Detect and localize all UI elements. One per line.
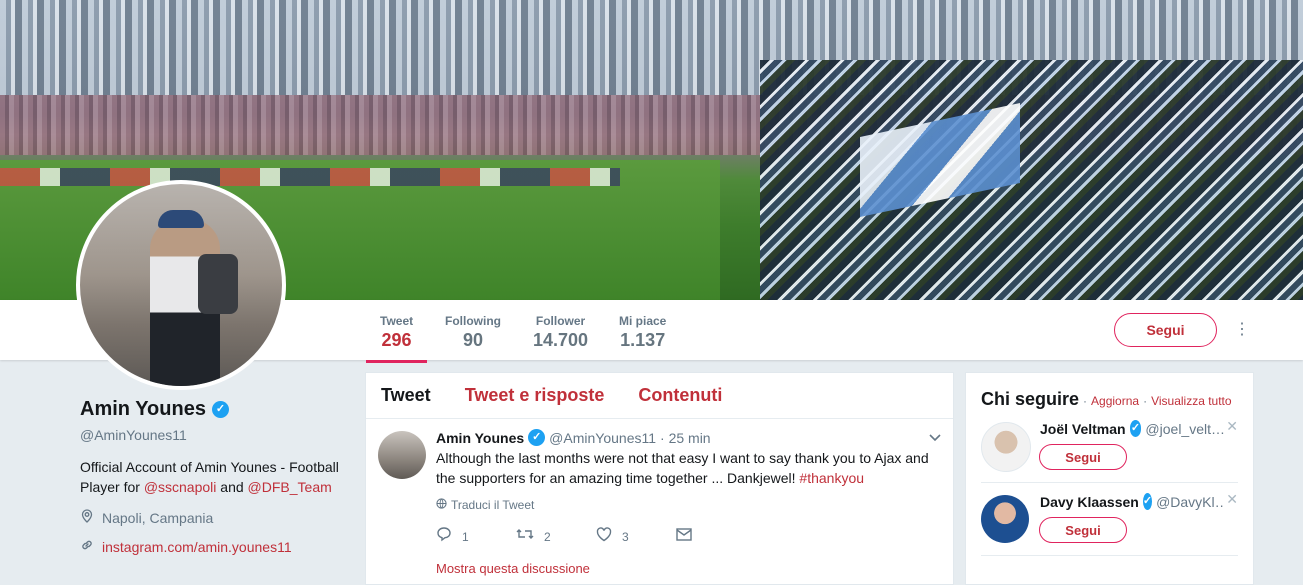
close-icon[interactable]: ✕: [1226, 418, 1238, 435]
envelope-icon: [676, 527, 692, 546]
who-to-follow-title: Chi seguire: [981, 389, 1080, 409]
stat-label: Tweet: [380, 314, 414, 328]
view-all-link[interactable]: Visualizza tutto: [1151, 394, 1232, 408]
who-to-follow: Chi seguire · Aggiorna · Visualizza tutt…: [965, 372, 1254, 585]
timeline-tabs: Tweet Tweet e risposte Contenuti: [366, 373, 953, 419]
location-text: Napoli, Campania: [102, 509, 214, 526]
like-button[interactable]: 3: [596, 526, 676, 547]
profile-name[interactable]: Amin Younes: [80, 398, 206, 421]
separator: ·: [1143, 394, 1148, 408]
separator: ·: [1083, 394, 1088, 408]
verified-icon: ✓: [528, 429, 546, 446]
show-thread-link[interactable]: Mostra questa discussione: [436, 561, 938, 576]
translate-label: Traduci il Tweet: [451, 498, 535, 512]
verified-icon: ✓: [1129, 420, 1142, 437]
stat-following[interactable]: Following 90: [445, 314, 501, 351]
retweet-button[interactable]: 2: [516, 527, 596, 546]
profile-location: Napoli, Campania: [80, 509, 340, 526]
profile-bio: Official Account of Amin Younes - Footba…: [80, 457, 340, 497]
stat-followers[interactable]: Follower 14.700: [533, 314, 588, 351]
more-options-icon[interactable]: ⋮: [1234, 322, 1250, 338]
bio-text-and: and: [216, 479, 248, 495]
banner-fans: [760, 60, 1303, 300]
retweet-icon: [516, 527, 534, 546]
reply-icon: [436, 526, 452, 547]
stat-value: 296: [381, 330, 412, 350]
tweet-actions: 1 2 3: [436, 526, 938, 547]
tweet-avatar[interactable]: [378, 431, 426, 479]
stat-likes[interactable]: Mi piace 1.137: [619, 314, 666, 351]
refresh-link[interactable]: Aggiorna: [1091, 394, 1139, 408]
stat-value: 90: [462, 330, 484, 350]
banner-ad-boards: [0, 168, 620, 186]
tweet[interactable]: Amin Younes ✓ @AminYounes11 · 25 min Alt…: [366, 419, 953, 576]
suggestion-item: Davy Klaassen ✓ @DavyKl… Segui ✕: [981, 483, 1238, 556]
verified-icon: ✓: [211, 401, 229, 418]
avatar-backpack: [198, 254, 238, 314]
follow-suggestion-button[interactable]: Segui: [1039, 444, 1127, 470]
suggestion-name[interactable]: Joël Veltman: [1040, 421, 1126, 437]
tweet-text: Although the last months were not that e…: [436, 448, 946, 488]
link-icon: [80, 538, 94, 555]
reply-count: 1: [462, 529, 469, 544]
profile-handle[interactable]: @AminYounes11: [80, 427, 340, 443]
direct-message-button[interactable]: [676, 527, 756, 546]
profile-avatar[interactable]: [76, 180, 286, 390]
website-link[interactable]: instagram.com/amin.younes11: [102, 539, 292, 555]
location-pin-icon: [80, 509, 94, 526]
suggestion-name[interactable]: Davy Klaassen: [1040, 494, 1139, 510]
retweet-count: 2: [544, 529, 551, 544]
timeline: Tweet Tweet e risposte Contenuti Amin Yo…: [365, 372, 954, 585]
tweet-timestamp[interactable]: · 25 min: [660, 430, 711, 446]
close-icon[interactable]: ✕: [1226, 491, 1238, 508]
stat-value: 14.700: [533, 330, 589, 350]
stat-tweets[interactable]: Tweet 296: [365, 314, 428, 363]
avatar-cap: [158, 210, 204, 228]
bio-link-sscnapoli[interactable]: @sscnapoli: [144, 479, 217, 495]
tweet-author-name[interactable]: Amin Younes: [436, 430, 524, 446]
profile-card: Amin Younes ✓ @AminYounes11 Official Acc…: [80, 398, 340, 555]
suggestion-handle[interactable]: @joel_velt…: [1145, 421, 1225, 437]
tab-media[interactable]: Contenuti: [638, 385, 722, 406]
profile-website: instagram.com/amin.younes11: [80, 538, 340, 555]
stat-label: Follower: [535, 314, 586, 328]
suggestion-avatar[interactable]: [981, 422, 1031, 472]
suggestion-item: Joël Veltman ✓ @joel_velt… Segui ✕: [981, 410, 1238, 483]
stat-label: Following: [445, 314, 501, 328]
follow-button[interactable]: Segui: [1114, 313, 1217, 347]
follow-suggestion-button[interactable]: Segui: [1039, 517, 1127, 543]
tweet-author-handle[interactable]: @AminYounes11: [549, 430, 656, 446]
stat-value: 1.137: [620, 330, 666, 350]
globe-icon: [436, 498, 447, 512]
suggestion-avatar[interactable]: [981, 495, 1029, 543]
translate-tweet[interactable]: Traduci il Tweet: [436, 498, 938, 512]
heart-icon: [596, 526, 612, 547]
tab-tweets[interactable]: Tweet: [381, 385, 431, 406]
bio-link-dfb[interactable]: @DFB_Team: [248, 479, 332, 495]
verified-icon: ✓: [1142, 493, 1153, 510]
stat-label: Mi piace: [619, 314, 667, 328]
tab-tweets-and-replies[interactable]: Tweet e risposte: [465, 385, 605, 406]
reply-button[interactable]: 1: [436, 526, 516, 547]
suggestion-handle[interactable]: @DavyKl…: [1156, 494, 1225, 510]
tweet-hashtag[interactable]: #thankyou: [799, 470, 864, 486]
chevron-down-icon[interactable]: [929, 429, 941, 445]
like-count: 3: [622, 529, 629, 544]
